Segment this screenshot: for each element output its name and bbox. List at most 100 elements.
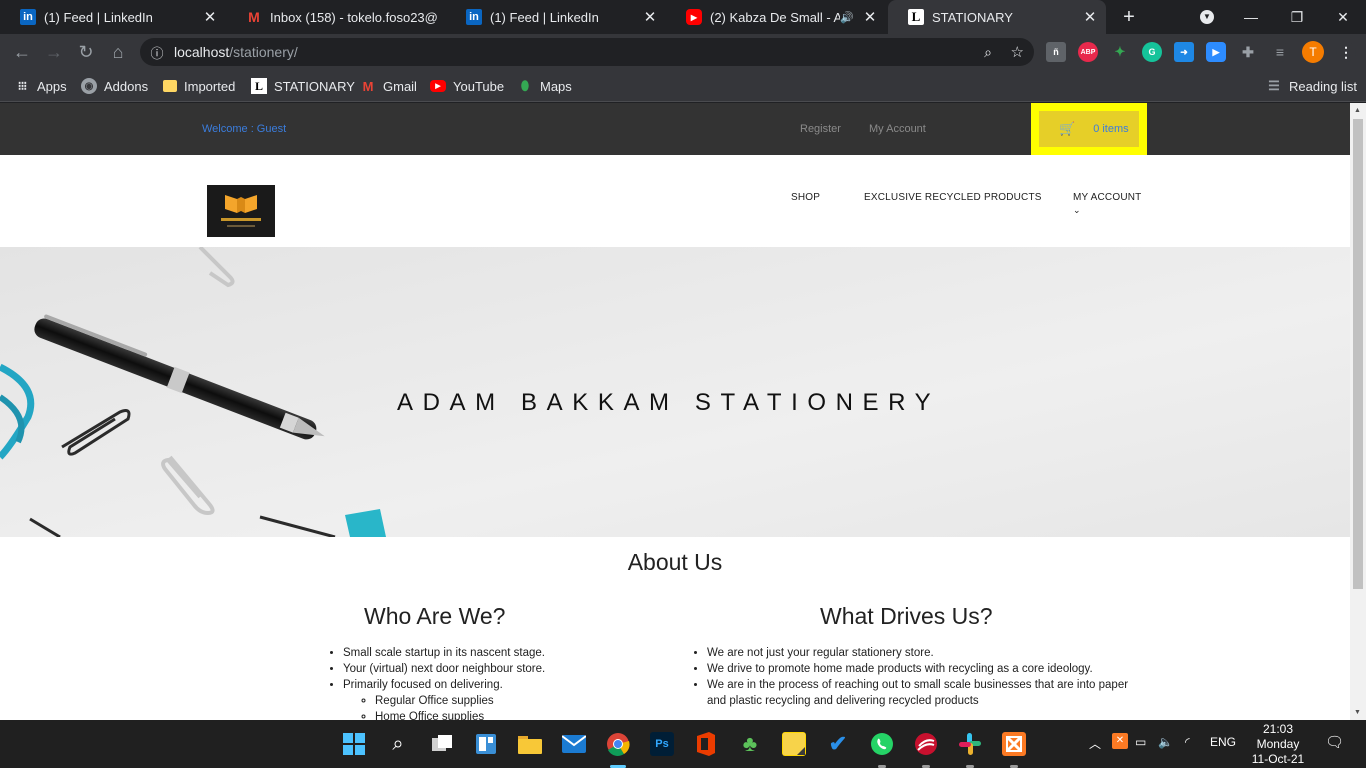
task-view-icon[interactable] — [430, 732, 454, 756]
close-tab-icon[interactable]: ✕ — [640, 8, 660, 26]
new-tab-button[interactable]: + — [1106, 0, 1152, 34]
clover-app-icon[interactable]: ♣ — [738, 731, 762, 756]
xampp-icon[interactable] — [1002, 732, 1026, 756]
extensions-puzzle-icon[interactable]: ✚ — [1238, 42, 1258, 62]
volume-icon[interactable]: 🔈 — [1158, 735, 1173, 749]
zoom-meetings-icon[interactable]: ▶ — [1206, 42, 1226, 62]
bookmark-apps[interactable]: ⁝⁝⁝ Apps — [14, 77, 67, 95]
widgets-icon[interactable] — [474, 732, 498, 756]
clock[interactable]: 21:03 Monday 11-Oct-21 — [1248, 722, 1308, 767]
photoshop-icon[interactable]: Ps — [650, 732, 674, 756]
youtube-icon: ▶ — [686, 9, 702, 25]
notifications-icon[interactable]: 🗨 — [1325, 733, 1344, 751]
android-extension-icon[interactable]: ✦ — [1110, 42, 1130, 62]
scroll-down-icon[interactable]: ▼ — [1354, 709, 1361, 716]
reading-list-label: Reading list — [1289, 78, 1357, 94]
search-icon[interactable]: ⌕ — [386, 732, 410, 756]
browser-toolbar: ← → ↻ ⌂ ⓘ localhost/stationery/ ⌕ ☆ ñ AB… — [0, 34, 1366, 70]
page-scrollbar[interactable]: ▲ ▼ — [1350, 103, 1366, 720]
tab-gmail[interactable]: M Inbox (158) - tokelo.foso23@ — [226, 0, 446, 34]
tab-search-button[interactable]: ▼ — [1184, 0, 1230, 34]
bookmark-stationary[interactable]: L STATIONARY — [251, 77, 355, 95]
tab-linkedin-2[interactable]: in (1) Feed | LinkedIn ✕ — [446, 0, 666, 34]
list-item: We are not just your regular stationery … — [707, 645, 1149, 661]
wifi-icon[interactable]: ◜ — [1185, 735, 1190, 749]
clock-date: 11-Oct-21 — [1251, 752, 1305, 766]
extension-icon[interactable]: ñ — [1046, 42, 1066, 62]
adblock-plus-icon[interactable]: ABP — [1078, 42, 1098, 62]
cart-icon: 🛒 — [1059, 121, 1076, 136]
whatsapp-icon[interactable] — [870, 732, 894, 756]
bookmark-maps[interactable]: ⬮ Maps — [517, 77, 572, 95]
profile-avatar[interactable]: T — [1302, 41, 1324, 63]
tab-title: (1) Feed | LinkedIn — [44, 9, 153, 25]
site-logo[interactable] — [207, 185, 275, 237]
sub-list-item: Home Office supplies — [375, 709, 645, 720]
linkedin-icon: in — [20, 9, 36, 25]
sticky-notes-icon[interactable] — [782, 732, 806, 756]
bookmark-addons[interactable]: ◉ Addons — [81, 77, 148, 95]
close-tab-icon[interactable]: ✕ — [860, 8, 880, 26]
chevron-down-icon[interactable]: ⌄ — [1073, 205, 1081, 216]
drives-heading: What Drives Us? — [820, 603, 993, 629]
chevron-up-icon[interactable]: ︿ — [1089, 735, 1101, 752]
close-window-button[interactable]: ✕ — [1320, 0, 1366, 34]
stationary-favicon: L — [251, 78, 267, 94]
profile-initial: T — [1309, 45, 1317, 59]
tab-linkedin-1[interactable]: in (1) Feed | LinkedIn ✕ — [0, 0, 226, 34]
todo-check-icon[interactable]: ✔ — [826, 731, 850, 756]
bookmark-label: STATIONARY — [274, 78, 355, 94]
site-info-icon[interactable]: ⓘ — [140, 43, 174, 62]
restore-button[interactable]: ❐ — [1274, 0, 1320, 34]
slack-icon[interactable] — [958, 732, 982, 756]
bookmark-star-icon[interactable]: ☆ — [1011, 43, 1024, 61]
mail-icon[interactable] — [562, 732, 586, 756]
scrollbar-thumb[interactable] — [1353, 119, 1363, 589]
scroll-up-icon[interactable]: ▲ — [1354, 107, 1361, 114]
red-app-icon[interactable] — [914, 732, 938, 756]
address-bar[interactable]: ⓘ localhost/stationery/ ⌕ ☆ — [140, 38, 1034, 66]
back-icon[interactable]: ← — [10, 40, 34, 64]
speaker-icon[interactable]: 🔊 — [840, 11, 854, 24]
chrome-icon[interactable] — [606, 732, 630, 756]
cart-count: 0 items — [1093, 123, 1129, 135]
list-item: Small scale startup in its nascent stage… — [343, 645, 645, 661]
gmail-icon: M — [362, 78, 374, 94]
office-icon[interactable] — [694, 732, 718, 756]
gmail-icon: M — [248, 9, 260, 25]
tab-stationary[interactable]: L STATIONARY ✕ — [888, 0, 1106, 34]
bookmark-imported[interactable]: Imported — [163, 77, 235, 95]
file-explorer-icon[interactable] — [518, 732, 542, 756]
bookmark-label: Apps — [37, 78, 67, 94]
reading-list-button[interactable]: ☰ Reading list — [1266, 77, 1357, 95]
start-windows-icon[interactable] — [342, 732, 366, 756]
bookmark-gmail[interactable]: M Gmail — [360, 77, 417, 95]
nav-shop[interactable]: SHOP — [791, 192, 820, 203]
xampp-tray-icon[interactable]: ✕ — [1112, 733, 1128, 749]
forward-icon[interactable]: → — [42, 40, 66, 64]
language-indicator[interactable]: ENG — [1210, 735, 1236, 749]
tab-title: STATIONARY — [932, 9, 1013, 25]
bookmark-youtube[interactable]: ▶ YouTube — [430, 77, 504, 95]
home-icon[interactable]: ⌂ — [106, 40, 130, 64]
register-link[interactable]: Register — [800, 123, 841, 135]
sub-list-item: Regular Office supplies — [375, 693, 645, 709]
chevron-down-icon: ▼ — [1200, 10, 1214, 24]
my-account-link[interactable]: My Account — [869, 123, 926, 135]
zoom-icon[interactable]: ⌕ — [984, 44, 992, 61]
nav-recycled-products[interactable]: EXCLUSIVE RECYCLED PRODUCTS — [864, 192, 1042, 203]
tab-youtube[interactable]: ▶ (2) Kabza De Small - Asib 🔊 ✕ — [666, 0, 886, 34]
close-tab-icon[interactable]: ✕ — [200, 8, 220, 26]
kebab-menu-icon[interactable]: ⋮ — [1336, 42, 1356, 62]
minimize-button[interactable]: — — [1228, 0, 1274, 34]
grammarly-icon[interactable]: G — [1142, 42, 1162, 62]
share-extension-icon[interactable]: ➜ — [1174, 42, 1194, 62]
close-tab-icon[interactable]: ✕ — [1080, 8, 1100, 26]
windows-taskbar: ⌕ Ps ♣ ✔ ︿ ✕ ▭ 🔈 ◜ ENG 21:03 Monday 11-O… — [0, 720, 1366, 768]
battery-icon[interactable]: ▭ — [1135, 735, 1146, 749]
nav-my-account[interactable]: MY ACCOUNT — [1073, 192, 1142, 203]
cart-button[interactable]: 🛒 0 items — [1039, 111, 1139, 147]
reload-icon[interactable]: ↻ — [74, 40, 98, 64]
bookmark-label: Maps — [540, 78, 572, 94]
media-control-icon[interactable]: ≡ — [1270, 42, 1290, 62]
